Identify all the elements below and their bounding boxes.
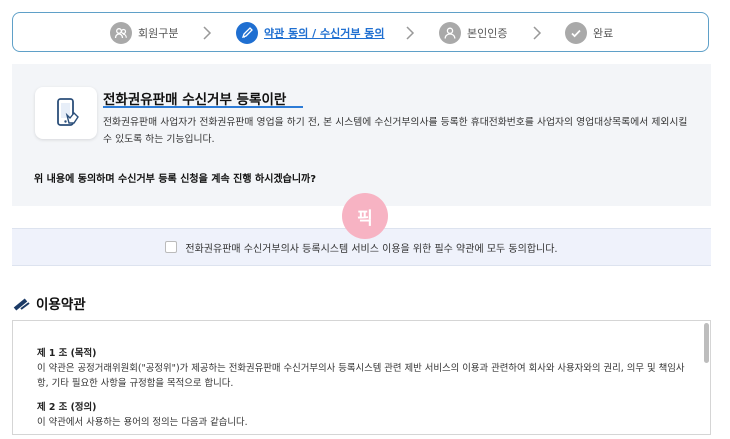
users-icon: [110, 22, 132, 44]
terms-section-body: 이 약관에서 사용하는 용어의 정의는 다음과 같습니다.: [37, 417, 248, 428]
step-label: 완료: [593, 27, 614, 40]
terms-section: 제 1 조 (목적) 이 약관은 공정거래위원회("공정위")가 제공하는 전화…: [37, 346, 687, 391]
chevron-right-icon: [533, 26, 542, 40]
terms-scrollbar[interactable]: [704, 323, 709, 363]
check-icon: [565, 22, 587, 44]
terms-section-title: 제 2 조 (정의): [37, 402, 97, 413]
user-icon: [439, 22, 461, 44]
step-label: 약관 동의 / 수신거부 동의: [264, 27, 385, 40]
agree-all-label[interactable]: 전화권유판매 수신거부의사 등록시스템 서비스 이용을 위한 필수 약관에 모두…: [185, 240, 557, 255]
step-label: 회원구분: [138, 27, 179, 40]
step-terms-agree: 약관 동의 / 수신거부 동의: [236, 21, 385, 45]
intro-panel: 전화권유판매 수신거부 등록이란 전화권유판매 사업자가 전화권유판매 영업을 …: [12, 64, 711, 206]
phone-block-icon: [35, 87, 97, 139]
terms-section-body: 이 약관은 공정거래위원회("공정위")가 제공하는 전화권유판매 수신거부의사…: [37, 363, 685, 389]
intro-question: 위 내용에 동의하며 수신거부 등록 신청을 계속 진행 하시겠습니까?: [34, 174, 317, 185]
intro-description: 전화권유판매 사업자가 전화권유판매 영업을 하기 전, 본 시스템에 수신거부…: [103, 117, 688, 145]
step-complete: 완료: [565, 21, 613, 45]
step-label: 본인인증: [467, 27, 508, 40]
chevron-right-icon: [203, 26, 212, 40]
step-member-type: 회원구분: [110, 21, 178, 45]
terms-content: 제 1 조 (목적) 이 약관은 공정거래위원회("공정위")가 제공하는 전화…: [37, 346, 687, 439]
pick-badge: 픽: [342, 193, 388, 239]
terms-heading: 이용약관: [36, 297, 86, 313]
terms-scroll-box[interactable]: 제 1 조 (목적) 이 약관은 공정거래위원회("공정위")가 제공하는 전화…: [12, 320, 711, 435]
terms-section-title: 제 1 조 (목적): [37, 348, 97, 359]
terms-section: 제 2 조 (정의) 이 약관에서 사용하는 용어의 정의는 다음과 같습니다.: [37, 400, 687, 430]
slash-mark-icon: [13, 298, 30, 311]
title-underline: [103, 106, 303, 108]
agree-all-checkbox[interactable]: [165, 241, 178, 253]
intro-title: 전화권유판매 수신거부 등록이란: [103, 92, 287, 108]
pencil-icon: [236, 22, 258, 44]
chevron-right-icon: [406, 26, 415, 40]
step-progress-bar: 회원구분 약관 동의 / 수신거부 동의 본인인증 완료: [12, 12, 709, 52]
step-identity-verify: 본인인증: [439, 21, 507, 45]
